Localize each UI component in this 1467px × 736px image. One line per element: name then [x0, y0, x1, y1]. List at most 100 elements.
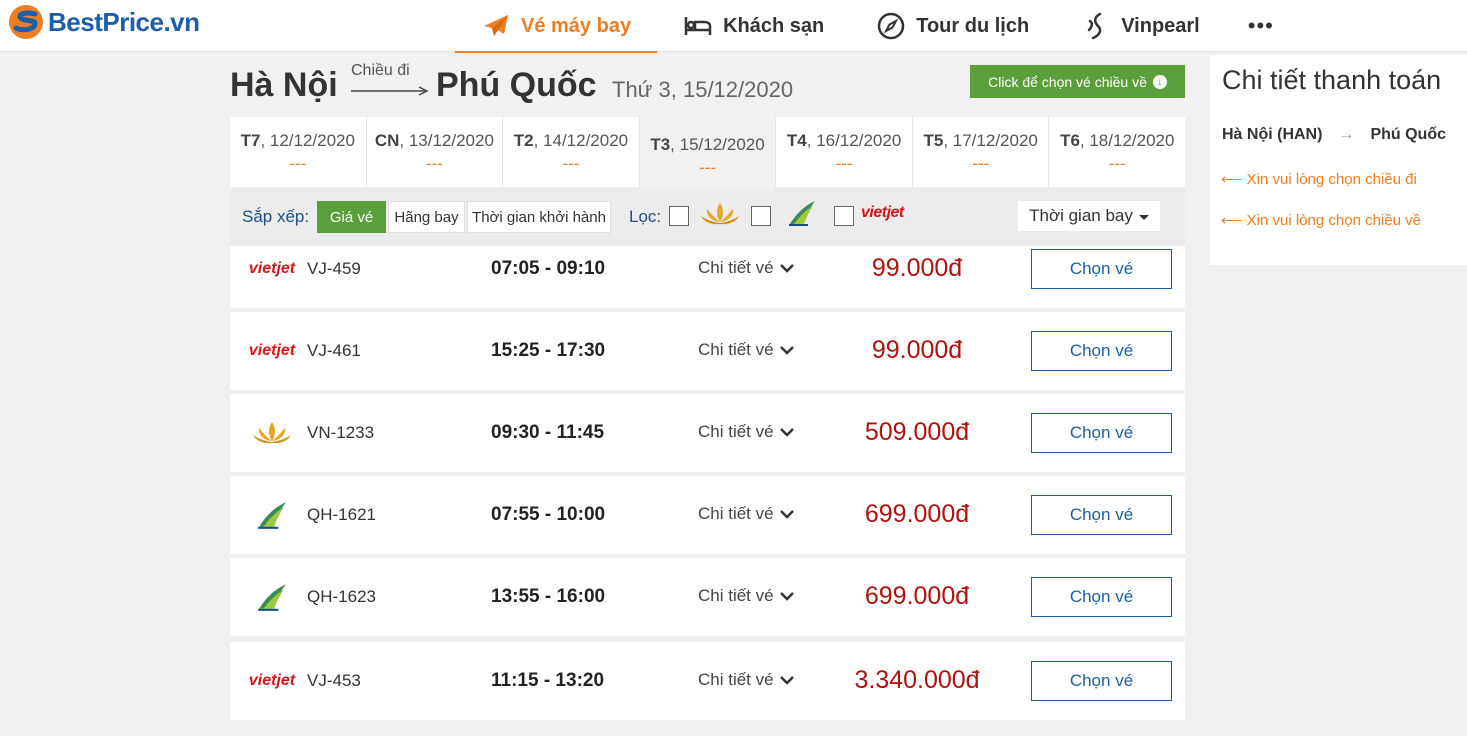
sort-by-price-button[interactable]: Giá vé: [317, 201, 386, 233]
ticket-detail-toggle[interactable]: Chi tiết vé: [698, 670, 795, 690]
vietjet-logo: vietjet: [861, 204, 904, 221]
flight-code: VJ-461: [307, 341, 361, 360]
flight-list: vietjet VJ-459 07:05 - 09:10 Chi tiết vé…: [230, 246, 1185, 736]
duration-label: Thời gian bay: [1029, 206, 1133, 225]
ticket-detail-toggle[interactable]: Chi tiết vé: [698, 422, 795, 442]
bed-icon: [684, 17, 712, 35]
date-tab-price: ---: [562, 154, 580, 173]
flight-price: 3.340.000đ: [854, 666, 980, 694]
site-logo[interactable]: BestPrice.vn: [8, 4, 200, 40]
date-tab[interactable]: T5, 17/12/2020 ---: [913, 117, 1050, 187]
filter-bamboo-checkbox[interactable]: [751, 206, 771, 226]
chevron-down-icon: [779, 592, 794, 601]
flight-price: 699.000đ: [864, 582, 970, 610]
choose-ticket-button[interactable]: Chọn vé: [1031, 661, 1172, 701]
bamboo-airways-logo: [242, 577, 302, 617]
logo-text: BestPrice.vn: [48, 6, 200, 37]
flight-time: 09:30 - 11:45: [491, 422, 605, 443]
ticket-detail-toggle[interactable]: Chi tiết vé: [698, 586, 795, 606]
choose-ticket-button[interactable]: Chọn vé: [1031, 249, 1172, 289]
select-outbound-notice[interactable]: ⟵ Xin vui lòng chọn chiều đi: [1221, 170, 1417, 188]
nav-tours[interactable]: Tour du lịch: [850, 0, 1055, 52]
choose-ticket-button[interactable]: Chọn vé: [1031, 331, 1172, 371]
panel-title: Chi tiết thanh toán: [1222, 65, 1442, 95]
top-bar: BestPrice.vn Vé máy bay Khách sạn Tour d…: [0, 0, 1467, 53]
sort-label: Sắp xếp:: [242, 207, 310, 226]
date-tab-price: ---: [699, 158, 717, 177]
arrow-right-icon: →: [1338, 126, 1355, 143]
date-tab-price: ---: [289, 154, 307, 173]
chevron-down-icon: [779, 428, 794, 437]
date-tab-label: T6, 18/12/2020: [1060, 131, 1175, 150]
vietnam-airlines-lotus-icon: [701, 203, 739, 225]
more-menu-button[interactable]: •••: [1226, 0, 1296, 52]
flight-row: vietjet VJ-459 07:05 - 09:10 Chi tiết vé…: [230, 246, 1185, 308]
chevron-down-icon: [779, 510, 794, 519]
bamboo-airways-logo: [242, 495, 302, 535]
flight-code: VN-1233: [307, 423, 375, 442]
bestprice-logo-icon: [9, 5, 43, 39]
long-arrow-icon: [351, 86, 429, 96]
date-tab[interactable]: CN, 13/12/2020 ---: [367, 117, 504, 187]
duration-sort-dropdown[interactable]: Thời gian bay: [1018, 201, 1160, 231]
flight-row: QH-1621 07:55 - 10:00 Chi tiết vé 699.00…: [230, 476, 1185, 554]
ticket-detail-toggle[interactable]: Chi tiết vé: [698, 258, 795, 278]
nav-label: Vé máy bay: [521, 14, 632, 37]
departure-date: Thứ 3, 15/12/2020: [612, 77, 794, 102]
vinpearl-icon: [1087, 12, 1102, 40]
date-tab-label: T2, 14/12/2020: [513, 131, 629, 150]
vietjet-logo: vietjet: [248, 672, 296, 689]
bamboo-airways-icon: [258, 584, 286, 611]
nav-flights[interactable]: Vé máy bay: [455, 0, 658, 53]
vietjet-logo: vietjet: [248, 260, 296, 277]
chevron-down-icon: [779, 676, 794, 685]
choose-ticket-button[interactable]: Chọn vé: [1031, 495, 1172, 535]
date-tab-label: T7, 12/12/2020: [240, 131, 355, 150]
date-tab-price: ---: [972, 154, 990, 173]
filter-vietjet-checkbox[interactable]: [834, 206, 854, 226]
caret-down-icon: [1138, 214, 1149, 220]
flight-time: 11:15 - 13:20: [491, 670, 605, 691]
ticket-detail-toggle[interactable]: Chi tiết vé: [698, 504, 795, 524]
flight-time: 07:55 - 10:00: [491, 504, 606, 525]
flight-row: vietjet VJ-453 11:15 - 13:20 Chi tiết vé…: [230, 642, 1185, 720]
date-tab-label: T4, 16/12/2020: [786, 131, 902, 150]
flight-time: 13:55 - 16:00: [491, 586, 606, 607]
payment-details-panel: Chi tiết thanh toán Hà Nội (HAN) → Phú Quố…: [1210, 55, 1467, 265]
main-nav: Vé máy bay Khách sạn Tour du lịch Vinpea…: [455, 0, 1296, 53]
date-tabs: T7, 12/12/2020 --- CN, 13/12/2020 --- T2…: [230, 117, 1185, 187]
nav-label: Tour du lịch: [916, 14, 1030, 37]
nav-label: Khách sạn: [723, 14, 825, 37]
choose-ticket-button[interactable]: Chọn vé: [1031, 413, 1172, 453]
choose-ticket-button[interactable]: Chọn vé: [1031, 577, 1172, 617]
flight-row: VN-1233 09:30 - 11:45 Chi tiết vé 509.00…: [230, 394, 1185, 472]
flight-time: 07:05 - 09:10: [491, 258, 606, 279]
date-tab-label: T3, 15/12/2020: [650, 135, 765, 154]
plane-icon: [484, 15, 508, 36]
route-heading: Hà Nội Chiều đi Phú Quốc Thứ 3, 15/12/20…: [230, 60, 990, 110]
direction-label: Chiều đi: [351, 62, 410, 79]
date-tab[interactable]: T6, 18/12/2020 ---: [1049, 117, 1185, 187]
sort-by-airline-button[interactable]: Hãng bay: [388, 201, 465, 233]
date-tab-selected[interactable]: T3, 15/12/2020 ---: [639, 117, 777, 187]
select-return-notice[interactable]: ⟵ Xin vui lòng chọn chiều về: [1221, 211, 1421, 229]
origin-city: Hà Nội: [230, 66, 338, 104]
date-tab[interactable]: T7, 12/12/2020 ---: [230, 117, 367, 187]
nav-hotels[interactable]: Khách sạn: [657, 0, 850, 52]
vietnam-airlines-logo: [242, 413, 302, 453]
arrow-down-circle-icon: ↓: [1152, 74, 1167, 89]
panel-destination: Phú Quốc: [1370, 126, 1446, 143]
sort-by-departure-button[interactable]: Thời gian khởi hành: [467, 201, 611, 233]
flight-code: VJ-459: [307, 259, 361, 278]
choose-return-button[interactable]: Click để chọn vé chiều về ↓: [970, 65, 1185, 98]
date-tab[interactable]: T2, 14/12/2020 ---: [503, 117, 640, 187]
vietnam-airlines-lotus-icon: [253, 422, 291, 444]
flight-price: 99.000đ: [871, 254, 963, 282]
flight-price: 509.000đ: [864, 418, 970, 446]
filter-vietnam-airlines-checkbox[interactable]: [669, 206, 689, 226]
nav-vinpearl[interactable]: Vinpearl: [1055, 0, 1226, 52]
ticket-detail-toggle[interactable]: Chi tiết vé: [698, 340, 795, 360]
panel-route: Hà Nội (HAN) → Phú Quốc: [1222, 126, 1446, 144]
date-tab[interactable]: T4, 16/12/2020 ---: [776, 117, 913, 187]
date-tab-label: T5, 17/12/2020: [923, 131, 1038, 150]
